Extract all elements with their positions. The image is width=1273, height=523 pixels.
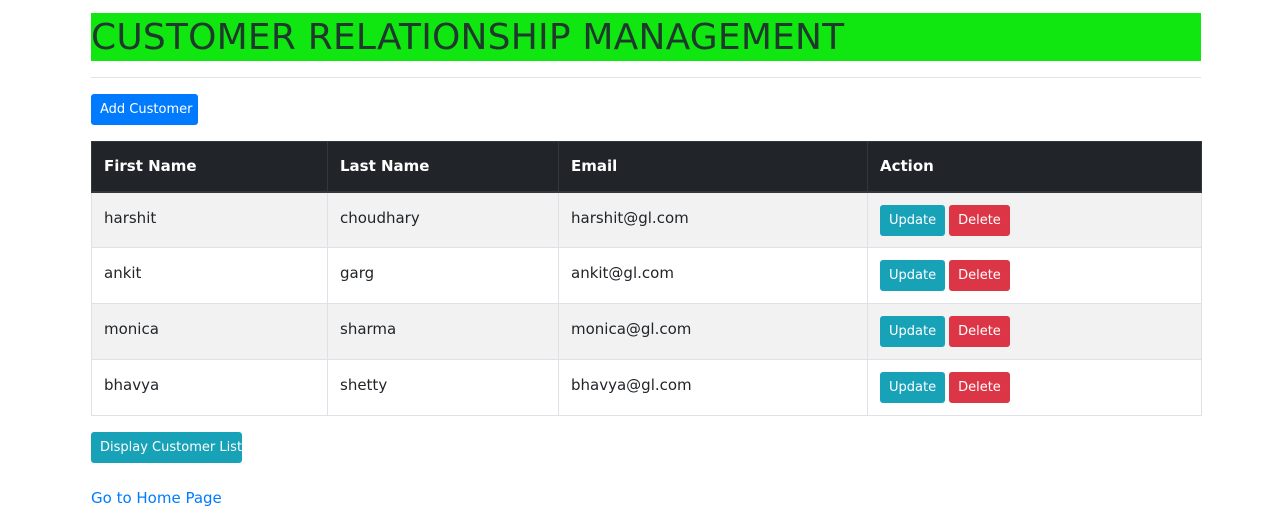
action-cell: Update Delete (867, 191, 1202, 248)
update-button[interactable]: Update (880, 204, 946, 236)
first-name-cell: bhavya (91, 359, 328, 416)
customer-table: First Name Last Name Email Action harshi… (91, 141, 1202, 416)
title-divider (91, 77, 1201, 78)
update-button[interactable]: Update (880, 316, 946, 347)
table-header-row: First Name Last Name Email Action (91, 141, 1202, 193)
delete-button[interactable]: Delete (949, 204, 1010, 236)
last-name-cell: sharma (327, 303, 559, 360)
email-cell: harshit@gl.com (558, 191, 868, 248)
email-cell: monica@gl.com (558, 303, 868, 360)
column-header-last-name: Last Name (327, 141, 559, 193)
last-name-cell: shetty (327, 359, 559, 416)
column-header-action: Action (867, 141, 1202, 193)
delete-button[interactable]: Delete (949, 260, 1010, 291)
first-name-cell: monica (91, 303, 328, 360)
page-title: CUSTOMER RELATIONSHIP MANAGEMENT (91, 13, 1201, 61)
column-header-first-name: First Name (91, 141, 328, 193)
update-button[interactable]: Update (880, 372, 946, 403)
delete-button[interactable]: Delete (949, 372, 1010, 403)
action-cell: Update Delete (867, 303, 1202, 360)
first-name-cell: ankit (91, 247, 328, 304)
action-cell: Update Delete (867, 359, 1202, 416)
last-name-cell: choudhary (327, 191, 559, 248)
action-cell: Update Delete (867, 247, 1202, 304)
email-cell: ankit@gl.com (558, 247, 868, 304)
email-cell: bhavya@gl.com (558, 359, 868, 416)
delete-button[interactable]: Delete (949, 316, 1010, 347)
home-page-link[interactable]: Go to Home Page (91, 489, 222, 507)
table-row: harshit choudhary harshit@gl.com Update D… (91, 191, 1202, 248)
table-row: ankit garg ankit@gl.com Update Delete (91, 247, 1202, 304)
column-header-email: Email (558, 141, 868, 193)
main-container: CUSTOMER RELATIONSHIP MANAGEMENT Add Cus… (91, 13, 1202, 507)
update-button[interactable]: Update (880, 260, 946, 291)
table-row: monica sharma monica@gl.com Update Delete (91, 303, 1202, 360)
display-customer-list-button[interactable]: Display Customer List (91, 432, 242, 463)
table-row: bhavya shetty bhavya@gl.com Update Delete (91, 359, 1202, 416)
add-customer-button[interactable]: Add Customer (91, 94, 198, 125)
first-name-cell: harshit (91, 191, 328, 248)
last-name-cell: garg (327, 247, 559, 304)
